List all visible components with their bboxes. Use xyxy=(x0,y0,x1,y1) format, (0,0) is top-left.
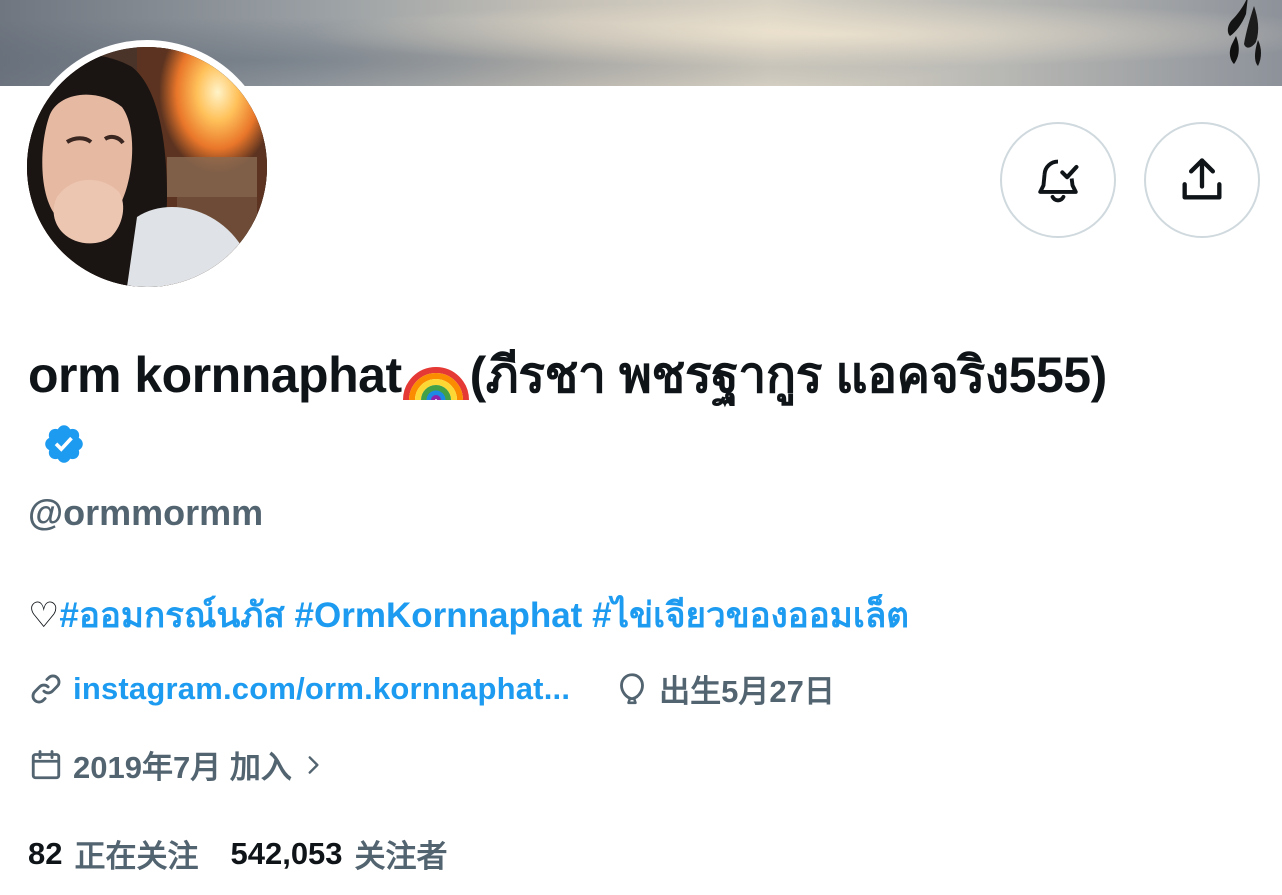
notification-button[interactable] xyxy=(1000,122,1116,238)
avatar-image xyxy=(27,47,267,287)
following-count: 82 xyxy=(28,835,63,871)
rainbow-emoji-icon xyxy=(402,367,469,401)
website-link[interactable]: instagram.com/orm.kornnaphat... xyxy=(73,671,570,707)
followers-label: 关注者 xyxy=(354,839,448,874)
birthday-info: 出生5月27日 xyxy=(614,666,835,711)
following-label: 正在关注 xyxy=(74,839,199,874)
share-upload-icon xyxy=(1182,158,1222,200)
joined-text: 2019年7月 加入 xyxy=(73,750,292,785)
calendar-icon xyxy=(31,749,61,779)
display-name: orm kornnaphat (ภีรชา พชรฐากูร แอคจริง55… xyxy=(28,338,1118,480)
follow-stats: 82 正在关注 542,053 关注者 xyxy=(28,831,448,876)
followers-count: 542,053 xyxy=(230,835,343,871)
following-link[interactable]: 82 正在关注 xyxy=(28,831,198,876)
bell-check-icon xyxy=(1038,159,1079,203)
birthday-text: 出生5月27日 xyxy=(659,674,835,709)
hashtag-link[interactable]: #ไข่เจียวของออมเล็ต xyxy=(592,596,909,635)
verified-badge-icon[interactable] xyxy=(42,422,86,466)
followers-link[interactable]: 542,053 关注者 xyxy=(230,831,447,876)
profile-avatar[interactable] xyxy=(27,47,267,287)
display-name-suffix: (ภีรชา พชรฐากูร แอคจริง555) xyxy=(469,347,1108,403)
balloon-icon xyxy=(620,672,645,704)
chevron-right-icon xyxy=(308,755,319,774)
banner-leaf-image xyxy=(1227,0,1261,66)
link-icon xyxy=(31,674,61,703)
share-button[interactable] xyxy=(1144,122,1260,238)
profile-page: orm kornnaphat (ภีรชา พชรฐากูร แอคจริง55… xyxy=(0,0,1282,895)
display-name-text: orm kornnaphat xyxy=(28,347,402,403)
bio-heart: ♡ xyxy=(28,596,60,635)
profile-info-row: instagram.com/orm.kornnaphat... 出生5月27日 xyxy=(28,666,835,711)
profile-bio: ♡#ออมกรณ์นภัส #OrmKornnaphat #ไข่เจียวขอ… xyxy=(28,592,909,640)
profile-handle: @ormmormm xyxy=(28,492,264,533)
hashtag-link[interactable]: #OrmKornnaphat xyxy=(295,596,583,635)
joined-info[interactable]: 2019年7月 加入 xyxy=(28,742,326,787)
hashtag-link[interactable]: #ออมกรณ์นภัส xyxy=(59,596,284,635)
